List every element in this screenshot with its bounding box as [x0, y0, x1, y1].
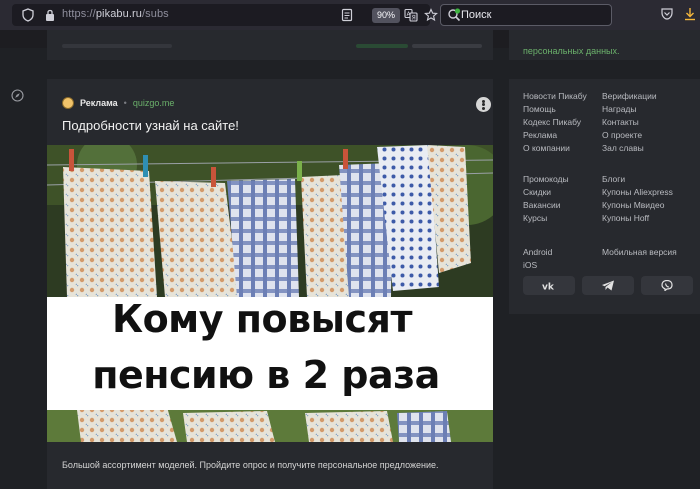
url-scheme: https://	[62, 8, 96, 20]
compass-icon[interactable]	[11, 89, 24, 102]
url-path: /subs	[141, 8, 169, 20]
banner-headline-line2: пенсию в 2 раза	[92, 353, 440, 397]
previous-sidebar-block: персональных данных.	[509, 30, 700, 60]
svg-text:Я: Я	[412, 15, 416, 22]
footer-links-panel: Новости Пикабу Помощь Кодекс Пикабу Рекл…	[509, 79, 700, 314]
banner-headline-line1: Кому повысят	[112, 297, 412, 341]
search-engine-icon[interactable]	[447, 8, 461, 22]
footer-link[interactable]: Новости Пикабу	[523, 91, 587, 101]
search-input[interactable]: Поиск	[461, 9, 491, 21]
ad-caption[interactable]: Большой ассортимент моделей. Пройдите оп…	[62, 460, 439, 470]
post-header: Реклама • quizgo.me	[62, 96, 174, 110]
footer-link[interactable]: Купоны Мвидео	[602, 200, 664, 210]
bookmark-star-icon[interactable]	[424, 8, 438, 22]
footer-link[interactable]: О компании	[523, 143, 570, 153]
viber-button[interactable]	[641, 276, 693, 295]
url-host: pikabu.ru	[95, 8, 142, 20]
footer-link[interactable]: Промокоды	[523, 174, 569, 184]
search-bar[interactable]: Поиск	[440, 4, 612, 26]
vk-icon: vk	[542, 283, 555, 292]
previous-post-button-secondary[interactable]	[412, 44, 482, 48]
zoom-level-button[interactable]: 90%	[372, 8, 401, 23]
previous-post-footer	[47, 30, 493, 60]
post-title[interactable]: Подробности узнай на сайте!	[62, 118, 239, 133]
footer-link[interactable]: Скидки	[523, 187, 551, 197]
browser-toolbar: https://pikabu.ru/subs 90% A Я Поиск	[0, 0, 700, 30]
footer-link[interactable]: Контакты	[602, 117, 639, 127]
footer-link[interactable]: Купоны Aliexpress	[602, 187, 673, 197]
viber-icon	[661, 280, 673, 291]
left-rail	[0, 48, 37, 489]
advertiser-logo-icon[interactable]	[62, 97, 74, 109]
previous-post-button[interactable]	[356, 44, 408, 48]
footer-link[interactable]: Помощь	[523, 104, 556, 114]
footer-link[interactable]: Вакансии	[523, 200, 560, 210]
footer-link[interactable]: Купоны Hoff	[602, 213, 649, 223]
download-icon[interactable]	[684, 7, 696, 21]
translate-icon[interactable]: A Я	[404, 8, 418, 22]
ad-label: Реклама	[80, 98, 118, 108]
footer-link[interactable]: Награды	[602, 104, 637, 114]
footer-link-ios[interactable]: iOS	[523, 260, 537, 270]
address-bar[interactable]: https://pikabu.ru/subs 90% A Я	[12, 4, 438, 26]
lock-icon[interactable]	[44, 8, 56, 22]
ad-source-link[interactable]: quizgo.me	[133, 98, 175, 108]
svg-text:vk: vk	[542, 283, 555, 292]
pocket-icon[interactable]	[660, 7, 674, 21]
ad-image[interactable]: Кому повысят пенсию в 2 раза	[47, 145, 493, 442]
footer-link[interactable]: О проекте	[602, 130, 642, 140]
footer-link[interactable]: Блоги	[602, 174, 625, 184]
telegram-button[interactable]	[582, 276, 634, 295]
tracking-protection-shield-icon[interactable]	[21, 8, 35, 22]
footer-link[interactable]: Курсы	[523, 213, 547, 223]
ad-separator: •	[123, 98, 127, 108]
privacy-link[interactable]: персональных данных.	[523, 46, 620, 56]
footer-link[interactable]: Реклама	[523, 130, 557, 140]
footer-link-mobile-version[interactable]: Мобильная версия	[602, 247, 677, 257]
footer-link-android[interactable]: Android	[523, 247, 552, 257]
footer-link[interactable]: Кодекс Пикабу	[523, 117, 581, 127]
reader-view-icon[interactable]	[340, 8, 354, 22]
footer-link[interactable]: Верификации	[602, 91, 657, 101]
vk-button[interactable]: vk	[523, 276, 575, 295]
previous-post-actions	[62, 44, 172, 48]
url-text[interactable]: https://pikabu.ru/subs	[62, 8, 169, 20]
more-options-icon[interactable]	[476, 97, 491, 112]
ad-post: Реклама • quizgo.me Подробности узнай на…	[47, 79, 493, 489]
footer-link[interactable]: Зал славы	[602, 143, 644, 153]
telegram-icon	[602, 280, 614, 291]
